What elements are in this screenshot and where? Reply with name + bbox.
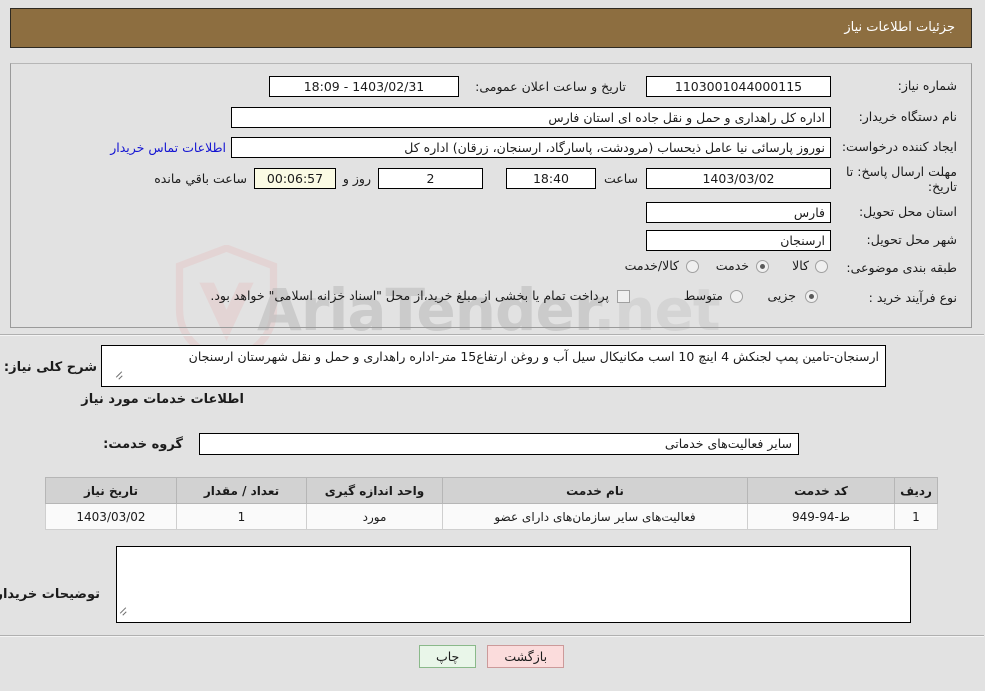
table-row: 1 ط-94-949 فعالیت‌های سایر سازمان‌های دا… [46, 503, 939, 530]
back-button[interactable]: بازگشت [488, 645, 566, 668]
deadline-label: مهلت ارسال پاسخ: تا تاریخ: [847, 164, 958, 194]
divider-top [0, 334, 985, 336]
services-table: ردیف کد خدمت نام خدمت واحد اندازه گیری ت… [46, 477, 939, 530]
service-group-value: سایر فعالیت‌های خدماتی [200, 433, 800, 455]
th-service-code: کد خدمت [748, 477, 896, 504]
services-section-title: اطلاعات خدمات مورد نیاز [82, 392, 245, 407]
treasury-note: پرداخت تمام یا بخشی از مبلغ خرید،از محل … [211, 288, 610, 303]
radio-category-kala-label: کالا [793, 258, 810, 273]
th-quantity: تعداد / مقدار [177, 477, 308, 504]
page-title: جزئیات اطلاعات نیاز [845, 20, 956, 35]
radio-process-jozei-label: جزیی [768, 288, 797, 303]
buyer-notes-label: توضیحات خریدار: [0, 587, 101, 602]
need-number-label: شماره نیاز: [898, 78, 958, 93]
cell-service-name: فعالیت‌های سایر سازمان‌های دارای عضو [443, 503, 749, 530]
radio-category-kala[interactable] [816, 260, 829, 273]
cell-need-date: 1403/03/02 [46, 503, 178, 530]
process-label: نوع فرآیند خرید : [869, 290, 958, 305]
radio-process-motevaset-label: متوسط [684, 288, 724, 303]
city-label: شهر محل تحویل: [867, 232, 958, 247]
cell-quantity: 1 [177, 503, 308, 530]
buyer-org-label: نام دستگاه خریدار: [859, 109, 958, 124]
radio-process-jozei[interactable] [806, 290, 819, 303]
announce-label: تاریخ و ساعت اعلان عمومی: [476, 79, 627, 94]
creator-value: نوروز پارسائی نیا عامل ذیحساب (مرودشت، پ… [232, 137, 832, 158]
need-number-value: 1103001044000115 [647, 76, 832, 97]
divider-bottom [0, 635, 985, 637]
footer-button-bar: بازگشت چاپ [0, 645, 985, 668]
countdown-value: 00:06:57 [255, 168, 337, 189]
province-value: فارس [647, 202, 832, 223]
remaining-days-value: 2 [379, 168, 484, 189]
radio-category-khedmat-label: خدمت [716, 258, 750, 273]
treasury-checkbox[interactable] [618, 290, 631, 303]
buyer-org-value: اداره کل راهداری و حمل و نقل جاده ای است… [232, 107, 832, 128]
th-unit: واحد اندازه گیری [307, 477, 444, 504]
need-description-value: ارسنجان-تامین پمپ لجنکش 4 اینچ 10 اسب مک… [102, 345, 887, 387]
buyer-notes-value [117, 546, 912, 623]
need-info-panel: شماره نیاز: 1103001044000115 تاریخ و ساع… [11, 63, 973, 328]
category-label: طبقه بندی موضوعی: [847, 260, 958, 275]
print-button[interactable]: چاپ [419, 645, 478, 668]
announce-value: 1403/02/31 - 18:09 [270, 76, 460, 97]
buyer-contact-link[interactable]: اطلاعات تماس خریدار [111, 137, 227, 158]
cell-unit: مورد [307, 503, 444, 530]
countdown-label: ساعت باقي مانده [155, 171, 248, 186]
city-value: ارسنجان [647, 230, 832, 251]
radio-category-kala-khedmat[interactable] [687, 260, 700, 273]
need-description-resize-handle[interactable] [115, 371, 124, 381]
service-group-label: گروه خدمت: [104, 437, 184, 452]
page-title-bar: جزئیات اطلاعات نیاز [11, 8, 973, 48]
radio-category-khedmat[interactable] [757, 260, 770, 273]
th-service-name: نام خدمت [443, 477, 749, 504]
creator-label: ایجاد کننده درخواست: [842, 139, 958, 154]
cell-row-no: 1 [895, 503, 939, 530]
hour-label: ساعت [604, 171, 639, 186]
need-description-label: شرح کلی نیاز: [4, 360, 98, 375]
cell-service-code: ط-94-949 [748, 503, 896, 530]
province-label: استان محل تحویل: [859, 204, 958, 219]
th-row-no: ردیف [895, 477, 939, 504]
table-header-row: ردیف کد خدمت نام خدمت واحد اندازه گیری ت… [46, 477, 939, 504]
buyer-notes-resize-handle[interactable] [119, 607, 128, 617]
radio-process-motevaset[interactable] [731, 290, 744, 303]
radio-category-kala-khedmat-label: کالا/خدمت [625, 258, 680, 273]
th-need-date: تاریخ نیاز [46, 477, 178, 504]
days-label: روز و [343, 171, 372, 186]
deadline-time-value: 18:40 [507, 168, 597, 189]
deadline-date-value: 1403/03/02 [647, 168, 832, 189]
